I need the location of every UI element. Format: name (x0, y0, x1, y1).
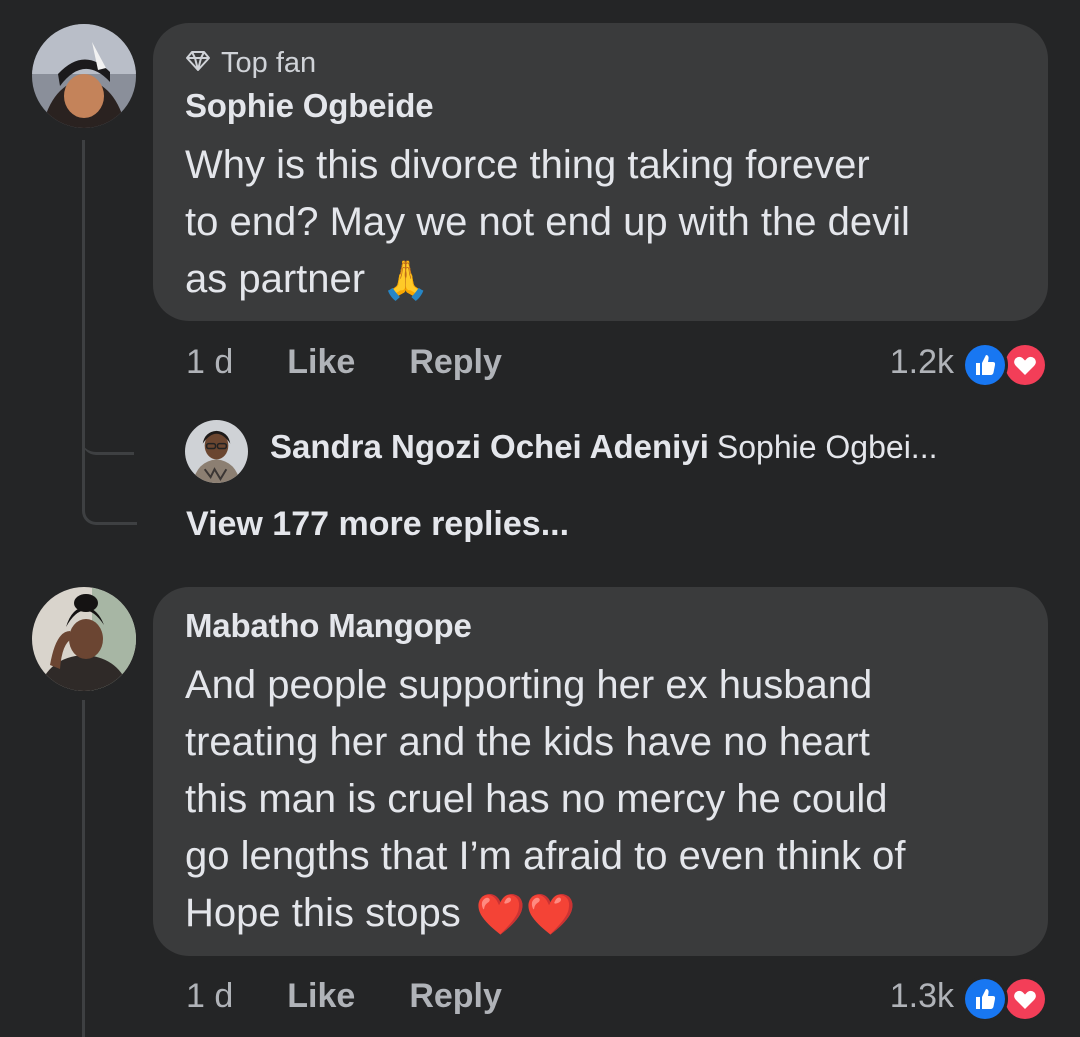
badge-label: Top fan (221, 47, 317, 79)
comment-text-line: this man is cruel has no mercy he could (185, 777, 888, 821)
thread-line (82, 700, 85, 1037)
comment-actions: 1 d Like Reply 1.2k (186, 340, 1048, 388)
comment-text-line: go lengths that I’m afraid to even think… (185, 834, 906, 878)
diamond-icon (185, 47, 211, 80)
like-button[interactable]: Like (287, 343, 355, 382)
reply-preview[interactable]: Sandra Ngozi Ochei Adeniyi Sophie Ogbei..… (270, 428, 937, 466)
comment-timestamp[interactable]: 1 d (186, 977, 233, 1016)
comment-text-line: And people supporting her ex husband (185, 663, 873, 707)
heart-icon (1002, 342, 1048, 388)
view-more-replies-link[interactable]: View 177 more replies... (186, 505, 569, 544)
comment-text-segment: as partner (185, 257, 366, 301)
comment-text-line: to end? May we not end up with the devil (185, 200, 910, 244)
like-button[interactable]: Like (287, 977, 355, 1016)
reaction-icons[interactable] (962, 340, 1048, 388)
reaction-icons[interactable] (962, 974, 1048, 1022)
comment-text-line: Hope this stops ❤️❤️ (185, 885, 575, 944)
comment-author[interactable]: Mabatho Mangope (185, 607, 472, 645)
comment-bubble[interactable]: Top fan Sophie Ogbeide Why is this divor… (153, 23, 1048, 321)
comment-actions: 1 d Like Reply 1.3k (186, 974, 1048, 1022)
comment-text-line: treating her and the kids have no heart (185, 720, 870, 764)
comment-text-line: Why is this divorce thing taking forever (185, 143, 870, 187)
comment-text-segment: Hope this stops (185, 891, 461, 935)
red-heart-emoji: ❤️❤️ (475, 892, 576, 937)
comment-text-line: as partner 🙏 (185, 251, 430, 310)
reaction-count[interactable]: 1.3k (890, 977, 954, 1016)
comment-bubble[interactable]: Mabatho Mangope And people supporting he… (153, 587, 1048, 956)
comment-timestamp[interactable]: 1 d (186, 343, 233, 382)
thread-line (82, 140, 85, 440)
reply-button[interactable]: Reply (409, 977, 502, 1016)
reply-button[interactable]: Reply (409, 343, 502, 382)
reply-text: Sophie Ogbei... (716, 429, 938, 465)
thumbs-up-icon (962, 342, 1008, 388)
avatar[interactable] (32, 587, 136, 691)
thumbs-up-icon (962, 976, 1008, 1022)
reply-avatar[interactable] (185, 420, 248, 483)
comment-author[interactable]: Sophie Ogbeide (185, 87, 434, 125)
thread-connector (82, 440, 137, 525)
top-fan-badge: Top fan (185, 47, 316, 80)
heart-icon (1002, 976, 1048, 1022)
folded-hands-emoji: 🙏 (382, 259, 430, 302)
reaction-count[interactable]: 1.2k (890, 343, 954, 382)
avatar[interactable] (32, 24, 136, 128)
reply-author[interactable]: Sandra Ngozi Ochei Adeniyi (270, 428, 709, 465)
